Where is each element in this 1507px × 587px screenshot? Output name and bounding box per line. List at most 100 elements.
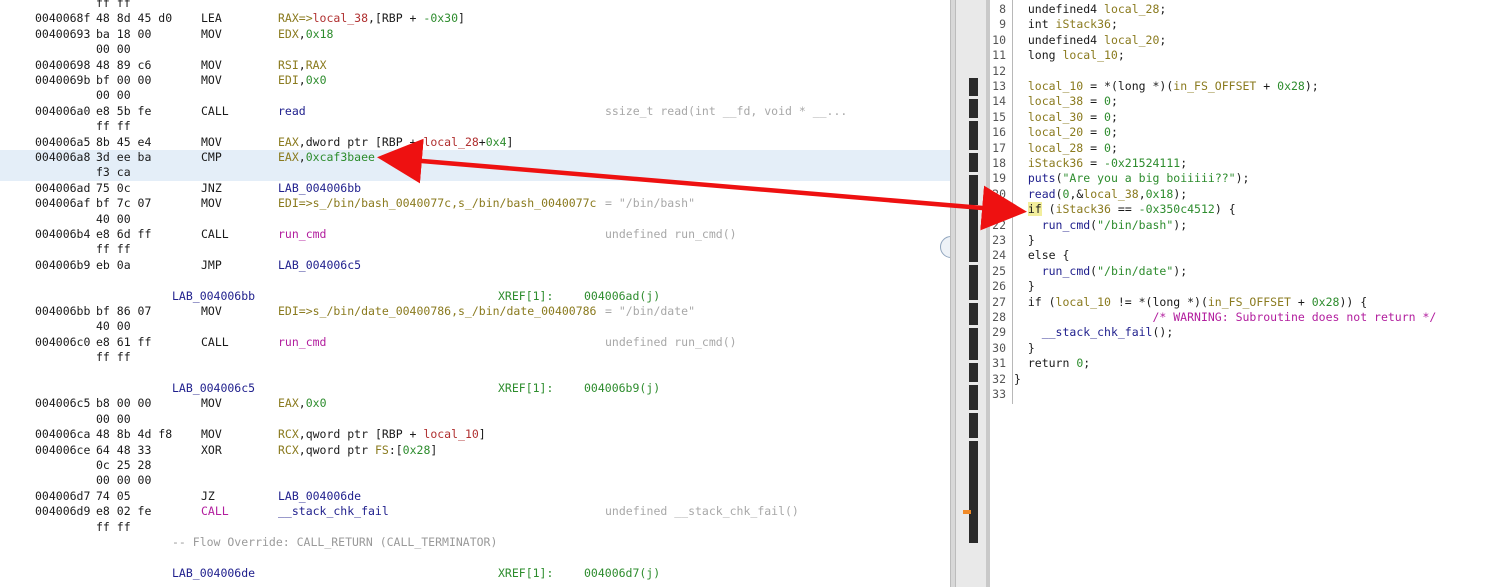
mnemonic: CMP <box>201 150 222 164</box>
decompiler-line[interactable]: 10 undefined4 local_20; <box>990 33 1507 48</box>
listing-pane[interactable]: ff ff 0040068f 48 8d 45 d0 LEA RAX=>local_38… <box>0 0 950 587</box>
address: 00400693 <box>35 26 91 41</box>
instruction-row[interactable]: 004006a8 3d ee ba CMP EAX,0xcaf3baee <box>0 150 950 166</box>
decompiler-line[interactable]: 14 local_38 = 0; <box>990 94 1507 109</box>
instruction-row[interactable]: 004006a5 8b 45 e4 MOV EAX,dword ptr [RBP + … <box>0 135 950 150</box>
line-number: 27 <box>992 294 1006 309</box>
operand-token: , <box>298 73 306 87</box>
listing-row[interactable]: 0c 25 28 <box>0 458 950 473</box>
decompiler-line[interactable]: 29 __stack_chk_fail(); <box>990 325 1507 340</box>
instruction-row[interactable]: 0040069b bf 00 00 MOV EDI,0x0 <box>0 73 950 88</box>
listing-row[interactable]: ff ff <box>0 0 950 11</box>
instruction-row[interactable]: 00400698 48 89 c6 MOV RSI,RAX <box>0 58 950 73</box>
instruction-row[interactable]: 004006ca 48 8b 4d f8 MOV RCX,qword ptr [RBP… <box>0 427 950 442</box>
code-text: local_30 = 0; <box>1014 110 1118 125</box>
listing-row[interactable]: ff ff <box>0 119 950 134</box>
instruction-row[interactable]: 00400693 ba 18 00 MOV EDX,0x18 <box>0 27 950 42</box>
listing-row[interactable]: -- Flow Override: CALL_RETURN (CALL_TERM… <box>0 535 950 550</box>
code-token: , <box>1138 186 1146 201</box>
decompiler-line[interactable]: 28 /* WARNING: Subroutine does not retur… <box>990 310 1507 325</box>
overview-gap <box>969 96 978 99</box>
operand-token: ,dword ptr [RBP + <box>298 134 424 149</box>
decompiler-pane[interactable]: 8 undefined4 local_28; 9 int iStack36; 10 … <box>990 0 1507 587</box>
listing-label-row[interactable]: LAB_004006c5 XREF[1]: 004006b9(j) <box>0 381 950 396</box>
decompiler-line[interactable]: 24 else { <box>990 248 1507 263</box>
listing-row[interactable]: ff ff <box>0 350 950 365</box>
instruction-row[interactable]: 004006af bf 7c 07 MOV EDI=>s_/bin/bash_0040… <box>0 196 950 211</box>
decompiler-line[interactable]: 33 <box>990 387 1507 402</box>
instruction-row[interactable]: 004006c5 b8 00 00 MOV EAX,0x0 <box>0 396 950 411</box>
decompiler-line[interactable]: 21 if (iStack36 == -0x350c4512) { <box>990 202 1507 217</box>
code-token: = <box>1083 125 1105 140</box>
instruction-row[interactable]: 004006d7 74 05 JZ LAB_004006de <box>0 489 950 504</box>
instruction-row[interactable]: 004006c0 e8 61 ff CALL run_cmd undefined run… <box>0 335 950 350</box>
operand-token: 0x0 <box>305 396 327 411</box>
decompiler-line[interactable]: 12 <box>990 64 1507 79</box>
line-number: 14 <box>992 94 1006 109</box>
listing-row[interactable] <box>0 273 950 288</box>
decompiler-line[interactable]: 31 return 0; <box>990 356 1507 371</box>
code-text: } <box>1014 233 1035 248</box>
line-number: 20 <box>992 186 1006 201</box>
code-token: local_10 <box>1062 48 1118 63</box>
mnemonic: MOV <box>201 57 222 72</box>
instruction-row[interactable]: 004006b9 eb 0a JMP LAB_004006c5 <box>0 258 950 273</box>
instruction-bytes: 3d ee ba <box>96 150 152 164</box>
decompiler-line[interactable]: 8 undefined4 local_28; <box>990 2 1507 17</box>
decompiler-line[interactable]: 19 puts("Are you a big boiiiii??"); <box>990 171 1507 186</box>
address: 004006a5 <box>35 134 91 149</box>
instruction-row[interactable]: 004006d9 e8 02 fe CALL __stack_chk_fail unde… <box>0 504 950 519</box>
decompiler-line[interactable]: 9 int iStack36; <box>990 17 1507 32</box>
instruction-row[interactable]: 004006ad 75 0c JNZ LAB_004006bb <box>0 181 950 196</box>
operand-token: EAX <box>278 150 299 164</box>
decompiler-line[interactable]: 18 iStack36 = -0x21524111; <box>990 156 1507 171</box>
operand-token: local_38 <box>312 11 369 26</box>
listing-row[interactable]: 00 00 <box>0 42 950 57</box>
decompiler-line[interactable]: 30 } <box>990 341 1507 356</box>
listing-row[interactable]: ff ff <box>0 520 950 535</box>
instruction-bytes: e8 61 ff <box>96 334 152 349</box>
line-number: 31 <box>992 356 1006 371</box>
instruction-row[interactable]: 004006a0 e8 5b fe CALL read ssize_t read(int… <box>0 104 950 119</box>
decompiler-line[interactable]: 17 local_28 = 0; <box>990 141 1507 156</box>
address: 004006b9 <box>35 257 91 272</box>
decompiler-line[interactable]: 32} <box>990 372 1507 387</box>
listing-row[interactable] <box>0 366 950 381</box>
listing-row[interactable]: ff ff <box>0 242 950 257</box>
decompiler-line[interactable]: 26 } <box>990 279 1507 294</box>
operand-token: ,qword ptr <box>298 442 375 457</box>
overview-density <box>969 78 978 543</box>
listing-row[interactable]: 40 00 <box>0 212 950 227</box>
decompiler-line[interactable]: 25 run_cmd("/bin/date"); <box>990 264 1507 279</box>
instruction-row[interactable]: 004006bb bf 86 07 MOV EDI=>s_/bin/date_0040… <box>0 304 950 319</box>
decompiler-line[interactable]: 16 local_20 = 0; <box>990 125 1507 140</box>
decompiler-line[interactable]: 20 read(0,&local_38,0x18); <box>990 187 1507 202</box>
listing-row[interactable]: 00 00 00 <box>0 473 950 488</box>
listing-label-row[interactable]: LAB_004006bb XREF[1]: 004006ad(j) <box>0 289 950 304</box>
listing-label-row[interactable]: LAB_004006de XREF[1]: 004006d7(j) <box>0 566 950 581</box>
decompiler-line[interactable]: 23 } <box>990 233 1507 248</box>
listing-row[interactable]: 00 00 <box>0 88 950 103</box>
listing-row[interactable] <box>0 550 950 565</box>
listing-row[interactable]: 40 00 <box>0 319 950 334</box>
operand-token: 0x28 <box>402 442 431 457</box>
listing-row[interactable]: f3 ca <box>0 165 950 181</box>
decompiler-line[interactable]: 22 run_cmd("/bin/bash"); <box>990 218 1507 233</box>
instruction-bytes: 74 05 <box>96 488 131 503</box>
instruction-row[interactable]: 004006ce 64 48 33 XOR RCX,qword ptr FS:[0x2… <box>0 443 950 458</box>
decompiler-line[interactable]: 11 long local_10; <box>990 48 1507 63</box>
mnemonic: MOV <box>201 427 222 442</box>
instruction-row[interactable]: 004006b4 e8 6d ff CALL run_cmd undefined run… <box>0 227 950 242</box>
code-text: __stack_chk_fail(); <box>1014 325 1174 340</box>
overview-bar[interactable] <box>956 0 986 587</box>
instruction-row[interactable]: 0040068f 48 8d 45 d0 LEA RAX=>local_38,[RBP… <box>0 11 950 26</box>
instruction-bytes: bf 7c 07 <box>96 196 152 211</box>
decompiler-line[interactable]: 13 local_10 = *(long *)(in_FS_OFFSET + 0… <box>990 79 1507 94</box>
code-token: else { <box>1014 248 1070 263</box>
decompiler-line[interactable]: 15 local_30 = 0; <box>990 110 1507 125</box>
instruction-bytes: 48 8b 4d f8 <box>96 427 173 442</box>
listing-row[interactable]: 00 00 <box>0 412 950 427</box>
decompiler-line[interactable]: 27 if (local_10 != *(long *)(in_FS_OFFSE… <box>990 295 1507 310</box>
code-text: long local_10; <box>1014 48 1125 63</box>
xref-address: 004006b9(j) <box>584 381 661 395</box>
